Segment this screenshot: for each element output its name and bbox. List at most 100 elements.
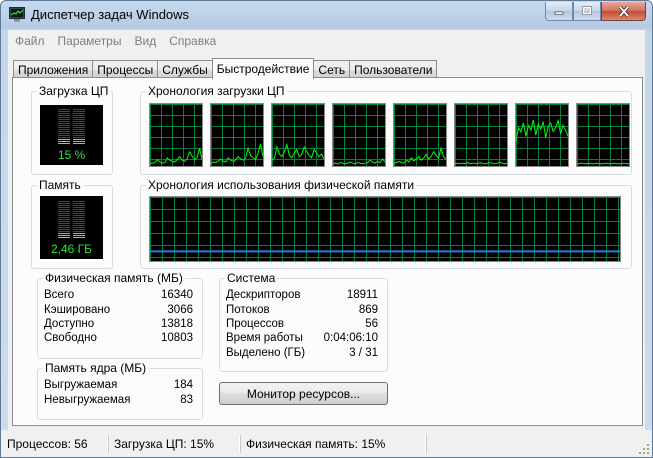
status-memory: Физическая память: 15% bbox=[241, 434, 427, 453]
status-bar: Процессов: 56 Загрузка ЦП: 15% Физическа… bbox=[1, 430, 652, 457]
meter-segment bbox=[58, 127, 70, 128]
cpu-usage-value: 15 % bbox=[57, 148, 86, 162]
kernel-row-paged: Выгружаемая 184 bbox=[38, 379, 202, 393]
meter-segment bbox=[73, 121, 85, 122]
meter-segment bbox=[58, 121, 70, 122]
stat-label: Свободно bbox=[44, 332, 97, 344]
stat-label: Доступно bbox=[44, 318, 95, 330]
meter-segment bbox=[73, 225, 85, 226]
meter-segment bbox=[73, 115, 85, 116]
stat-label: Выделено (ГБ) bbox=[226, 347, 306, 359]
meter-segment bbox=[58, 113, 70, 114]
menu-bar: Файл Параметры Вид Справка bbox=[8, 30, 645, 52]
resource-monitor-button[interactable]: Монитор ресурсов... bbox=[219, 382, 388, 405]
meter-segment bbox=[58, 111, 70, 112]
status-processes: Процессов: 56 bbox=[1, 434, 109, 453]
cpu-core-graph bbox=[332, 103, 386, 167]
cpu-core-graph bbox=[576, 103, 630, 167]
meter-segment bbox=[73, 203, 85, 204]
meter-segment bbox=[73, 235, 85, 236]
meter-segment bbox=[58, 109, 70, 110]
minimize-icon bbox=[554, 11, 564, 15]
stat-label: Дескрипторов bbox=[226, 289, 301, 301]
cpu-core-graph bbox=[515, 103, 569, 167]
stat-value: 869 bbox=[358, 304, 378, 316]
meter-segment bbox=[73, 119, 85, 120]
meter-segment bbox=[58, 143, 70, 144]
meter-segment bbox=[58, 233, 70, 234]
close-button[interactable] bbox=[601, 2, 646, 21]
meter-segment bbox=[73, 231, 85, 232]
kernel-memory-group: Память ядра (МБ) Выгружаемая 184 Невыгруж… bbox=[37, 361, 203, 420]
maximize-icon bbox=[582, 6, 592, 15]
phys-row-free: Свободно 10803 bbox=[38, 332, 202, 346]
meter-segment bbox=[73, 109, 85, 110]
resize-grip-icon[interactable] bbox=[638, 443, 650, 455]
menu-view[interactable]: Вид bbox=[127, 34, 162, 48]
cpu-core-graph bbox=[454, 103, 508, 167]
meter-segment bbox=[73, 215, 85, 216]
meter-segment bbox=[58, 221, 70, 222]
stat-label: Кэшировано bbox=[44, 304, 111, 316]
meter-segment bbox=[58, 237, 70, 238]
cpu-history-label: Хронология загрузки ЦП bbox=[146, 84, 287, 98]
meter-segment bbox=[73, 219, 85, 220]
maximize-button[interactable] bbox=[573, 2, 601, 21]
meter-segment bbox=[73, 221, 85, 222]
meter-segment bbox=[73, 209, 85, 210]
meter-segment bbox=[58, 203, 70, 204]
performance-panel: Загрузка ЦП 15 % Хронология загрузки ЦП … bbox=[12, 77, 643, 426]
cpu-core-graph bbox=[210, 103, 264, 167]
meter-segment bbox=[58, 223, 70, 224]
window-title: Диспетчер задач Windows bbox=[31, 7, 190, 22]
stat-value: 3066 bbox=[167, 304, 193, 316]
meter-segment bbox=[73, 133, 85, 134]
client-area: Приложения Процессы Службы Быстродействи… bbox=[8, 52, 645, 430]
cpu-usage-meter: 15 % bbox=[40, 105, 103, 165]
meter-segment bbox=[73, 139, 85, 140]
memory-history-group: Хронология использования физической памя… bbox=[140, 178, 632, 269]
meter-segment bbox=[73, 205, 85, 206]
stat-value: 3 / 31 bbox=[349, 347, 378, 359]
meter-segment bbox=[73, 233, 85, 234]
tab-performance[interactable]: Быстродействие bbox=[211, 58, 315, 79]
meter-segment bbox=[58, 217, 70, 218]
meter-segment bbox=[58, 115, 70, 116]
meter-segment bbox=[58, 209, 70, 210]
meter-segment bbox=[58, 201, 70, 202]
meter-segment bbox=[58, 123, 70, 124]
menu-file[interactable]: Файл bbox=[8, 34, 51, 48]
status-cpu: Загрузка ЦП: 15% bbox=[109, 434, 241, 453]
meter-segment bbox=[58, 229, 70, 230]
memory-history-label: Хронология использования физической памя… bbox=[146, 178, 417, 192]
cpu-core-graph bbox=[271, 103, 325, 167]
title-bar[interactable]: Диспетчер задач Windows bbox=[1, 1, 652, 30]
phys-row-total: Всего 16340 bbox=[38, 289, 202, 303]
stat-label: Невыгружаемая bbox=[44, 394, 131, 406]
sys-row-handles: Дескрипторов 18911 bbox=[220, 289, 387, 303]
stat-label: Выгружаемая bbox=[44, 379, 118, 391]
meter-segment bbox=[73, 131, 85, 132]
stat-label: Время работы bbox=[226, 332, 303, 344]
sys-row-uptime: Время работы 0:04:06:10 bbox=[220, 332, 387, 346]
meter-segment bbox=[58, 133, 70, 134]
meter-segment bbox=[73, 117, 85, 118]
memory-history-plot bbox=[150, 197, 620, 261]
menu-help[interactable]: Справка bbox=[162, 34, 222, 48]
stat-value: 83 bbox=[180, 394, 193, 406]
meter-segment bbox=[58, 129, 70, 130]
sys-row-threads: Потоков 869 bbox=[220, 304, 387, 318]
meter-segment bbox=[73, 143, 85, 144]
menu-options[interactable]: Параметры bbox=[51, 34, 128, 48]
meter-segment bbox=[58, 117, 70, 118]
task-manager-window: Диспетчер задач Windows Файл Параметры В… bbox=[0, 0, 653, 458]
system-title: Система bbox=[225, 271, 278, 285]
stat-value: 10803 bbox=[161, 332, 193, 344]
meter-segment bbox=[58, 139, 70, 140]
meter-segment bbox=[73, 113, 85, 114]
sys-row-commit: Выделено (ГБ) 3 / 31 bbox=[220, 347, 387, 361]
close-icon bbox=[618, 5, 629, 17]
minimize-button[interactable] bbox=[545, 2, 573, 21]
meter-segment bbox=[73, 229, 85, 230]
meter-segment bbox=[58, 235, 70, 236]
